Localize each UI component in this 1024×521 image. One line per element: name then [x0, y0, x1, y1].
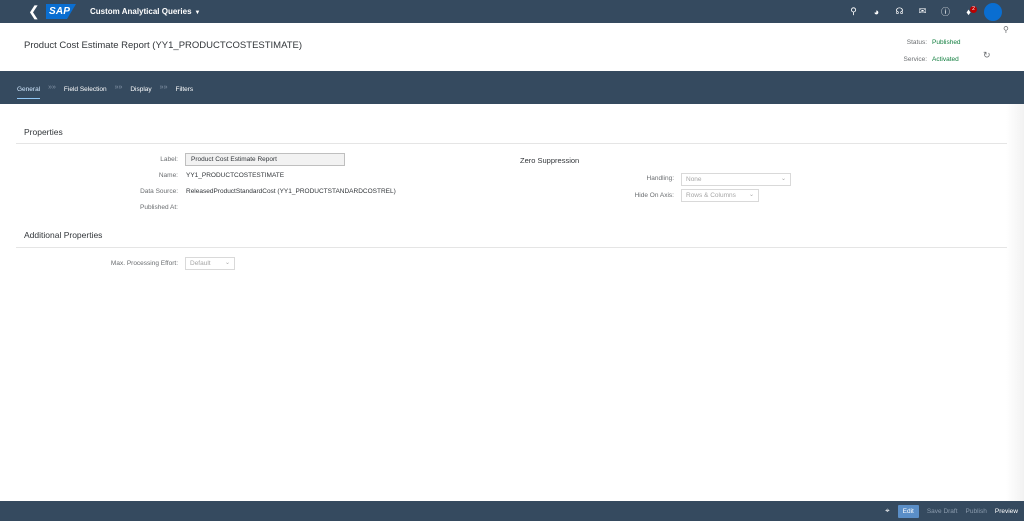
footer-toolbar: ⌖ Edit Save Draft Publish Preview: [0, 501, 1024, 521]
notifications-icon[interactable]: ♦ 2: [957, 5, 980, 17]
zoom-icon[interactable]: ⚲: [1003, 25, 1009, 34]
save-draft-button[interactable]: Save Draft: [927, 508, 958, 515]
object-header: Product Cost Estimate Report (YY1_PRODUC…: [0, 23, 1024, 71]
effort-label: Max. Processing Effort:: [110, 260, 178, 267]
service-label: Service:: [903, 56, 927, 63]
properties-title: Properties: [24, 127, 63, 137]
tab-display[interactable]: Display: [130, 71, 151, 104]
chevron-down-icon: ⌄: [748, 192, 754, 198]
page-title: Product Cost Estimate Report (YY1_PRODUC…: [24, 40, 303, 51]
status-value: Published: [932, 39, 961, 46]
chevron-down-icon: ⌄: [780, 176, 786, 182]
hide-axis-label: Hide On Axis:: [634, 192, 674, 199]
headset-icon[interactable]: ☊: [888, 6, 911, 17]
shell-actions: ⚲ ◕ ☊ ✉ ⓘ ♦ 2: [842, 0, 1002, 23]
tab-field-selection[interactable]: Field Selection: [64, 71, 107, 104]
hide-axis-value: Rows & Columns: [686, 192, 736, 199]
handling-value: None: [686, 176, 702, 183]
back-arrow-icon[interactable]: ❮: [28, 0, 44, 23]
label-input[interactable]: Product Cost Estimate Report: [185, 153, 345, 166]
search-icon[interactable]: ⚲: [842, 6, 865, 17]
status-row: Status: Published: [880, 34, 961, 51]
tab-bar: General »» Field Selection »» Display »»…: [0, 71, 1024, 104]
chevron-down-icon: ⌄: [224, 260, 230, 266]
divider: [16, 247, 1007, 248]
name-value: YY1_PRODUCTCOSTESTIMATE: [186, 172, 285, 179]
datasource-value: ReleasedProductStandardCost (YY1_PRODUCT…: [186, 188, 396, 195]
app-title-text: Custom Analytical Queries: [90, 7, 192, 16]
divider: [16, 143, 1007, 144]
tab-general[interactable]: General: [17, 71, 41, 104]
feedback-icon[interactable]: ✉: [911, 6, 934, 17]
status-label: Status:: [906, 39, 927, 46]
chevrons-icon: »»: [114, 83, 123, 91]
caret-down-icon: ▼: [194, 10, 201, 16]
hide-axis-select[interactable]: Rows & Columns ⌄: [681, 189, 759, 202]
chevrons-icon: »»: [159, 83, 168, 91]
handling-select[interactable]: None ⌄: [681, 173, 791, 186]
service-row: Service: Activated: [880, 51, 961, 68]
chevrons-icon: »»: [48, 83, 56, 91]
refresh-icon[interactable]: ↻: [983, 50, 991, 61]
shell-bar: ❮ SAP Custom Analytical Queries ▼ ⚲ ◕ ☊ ✉…: [0, 0, 1024, 23]
help-icon[interactable]: ⓘ: [934, 5, 957, 18]
preview-button[interactable]: Preview: [995, 508, 1018, 515]
grid-icon[interactable]: ⌖: [885, 506, 890, 516]
name-label: Name:: [158, 172, 178, 179]
additional-properties-title: Additional Properties: [24, 230, 103, 240]
avatar[interactable]: [984, 2, 1002, 21]
logo-text: SAP: [49, 6, 71, 17]
scroll-shade: [1006, 104, 1024, 501]
notification-badge: 2: [970, 5, 977, 13]
main-content: Properties Label: Product Cost Estimate …: [0, 104, 1024, 501]
app-title-menu[interactable]: Custom Analytical Queries ▼: [90, 7, 200, 16]
publish-button[interactable]: Publish: [966, 508, 987, 515]
tab-filters[interactable]: Filters: [175, 71, 193, 104]
sap-logo[interactable]: SAP: [46, 4, 76, 19]
service-value: Activated: [932, 56, 959, 63]
status-block: Status: Published Service: Activated: [880, 34, 961, 68]
edit-button[interactable]: Edit: [897, 504, 919, 518]
zero-suppression-title: Zero Suppression: [520, 156, 580, 165]
effort-select[interactable]: Default ⌄: [185, 257, 235, 270]
datasource-label: Data Source:: [140, 188, 178, 195]
published-label: Published At:: [140, 204, 178, 211]
handling-label: Handling:: [646, 175, 674, 182]
co-pilot-icon[interactable]: ◕: [865, 7, 888, 17]
label-label: Label:: [160, 156, 178, 163]
effort-value: Default: [190, 260, 211, 267]
